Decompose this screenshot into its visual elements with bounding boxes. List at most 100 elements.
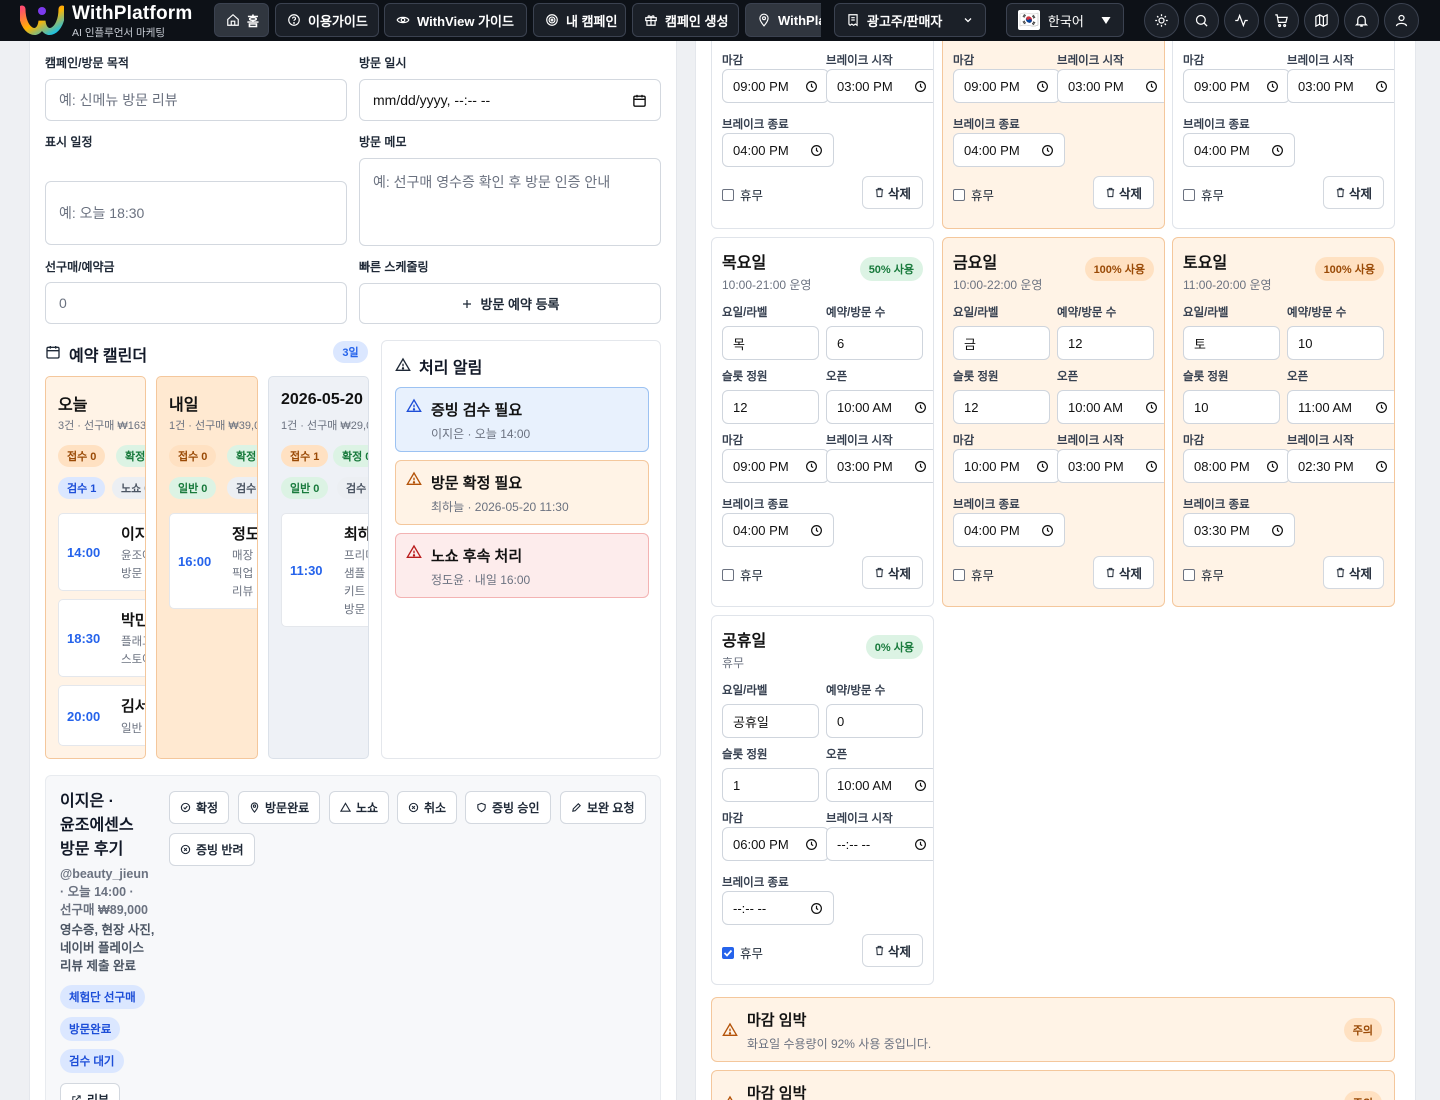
clock-icon[interactable]: [1145, 401, 1158, 414]
visit-memo-textarea[interactable]: 예: 선구매 영수증 확인 후 방문 인증 안내: [359, 158, 661, 246]
open-time-input[interactable]: 11:00 AM: [1287, 390, 1394, 424]
clock-icon[interactable]: [914, 401, 927, 414]
display-schedule-input[interactable]: 예: 오늘 18:30: [45, 181, 347, 245]
break-end-input[interactable]: 04:00 PM: [722, 133, 834, 167]
visit-datetime-input[interactable]: mm/dd/yyyy, --:-- --: [359, 79, 661, 121]
alert-noshow-followup[interactable]: 노쇼 후속 처리 정도윤 · 내일 16:00: [395, 533, 649, 598]
nav-create-campaign-button[interactable]: 캠페인 생성: [632, 3, 739, 37]
role-select-dropdown[interactable]: 광고주/판매자: [834, 3, 986, 37]
nav-my-campaign-button[interactable]: 내 캠페인: [533, 3, 626, 37]
closed-checkbox[interactable]: 휴무: [722, 185, 763, 204]
capacity-input[interactable]: 12: [722, 390, 819, 424]
cancel-button[interactable]: 취소: [397, 791, 458, 824]
map-button[interactable]: [1304, 3, 1339, 38]
closed-checkbox[interactable]: 휴무: [953, 185, 994, 204]
nav-withplace-button[interactable]: WithPlace: [745, 3, 821, 37]
search-button[interactable]: [1184, 3, 1219, 38]
break-end-input[interactable]: --:-- --: [722, 891, 834, 925]
break-start-input[interactable]: 03:00 PM: [1057, 449, 1164, 483]
brand-name[interactable]: WithPlatform: [72, 3, 192, 25]
approve-evidence-button[interactable]: 증빙 승인: [465, 791, 551, 824]
visits-input[interactable]: 10: [1287, 326, 1384, 360]
withplatform-logo[interactable]: [20, 3, 64, 39]
noshow-button[interactable]: 노쇼: [329, 791, 390, 824]
nav-withview-guide-button[interactable]: WithView 가이드: [384, 3, 527, 37]
activity-button[interactable]: [1224, 3, 1259, 38]
notifications-button[interactable]: [1344, 3, 1379, 38]
close-time-input[interactable]: 09:00 PM: [1183, 69, 1290, 103]
language-select[interactable]: 🇰🇷 한국어: [1006, 3, 1124, 37]
capacity-input[interactable]: 12: [953, 390, 1050, 424]
review-link-button[interactable]: 리뷰: [60, 1083, 121, 1100]
nav-home-button[interactable]: 홈: [214, 3, 269, 37]
clock-icon[interactable]: [1375, 80, 1388, 93]
closed-checkbox[interactable]: 휴무: [722, 943, 763, 962]
checkbox-box[interactable]: [722, 188, 734, 201]
checkbox-box[interactable]: [1183, 568, 1195, 581]
register-visit-button[interactable]: 방문 예약 등록: [359, 283, 661, 324]
clock-icon[interactable]: [1041, 524, 1054, 537]
clock-icon[interactable]: [1036, 80, 1049, 93]
clock-icon[interactable]: [914, 838, 927, 851]
closed-checkbox[interactable]: 휴무: [1183, 185, 1224, 204]
reservation-slot[interactable]: 14:00 이지은 윤조에센스방문 후기: [58, 513, 145, 591]
checkbox-box[interactable]: [722, 946, 734, 959]
close-time-input[interactable]: 09:00 PM: [722, 69, 829, 103]
reject-evidence-button[interactable]: 증빙 반려: [169, 833, 255, 866]
delete-day-button[interactable]: 삭제: [862, 934, 923, 967]
clock-icon[interactable]: [805, 80, 818, 93]
open-time-input[interactable]: 10:00 AM: [826, 768, 933, 802]
user-menu-button[interactable]: [1384, 3, 1419, 38]
calendar-icon[interactable]: [632, 93, 647, 108]
delete-day-button[interactable]: 삭제: [862, 556, 923, 589]
clock-icon[interactable]: [914, 80, 927, 93]
request-supplement-button[interactable]: 보완 요청: [560, 791, 646, 824]
break-end-input[interactable]: 04:00 PM: [953, 513, 1065, 547]
checkbox-box[interactable]: [953, 568, 965, 581]
close-time-input[interactable]: 10:00 PM: [953, 449, 1060, 483]
close-time-input[interactable]: 09:00 PM: [722, 449, 829, 483]
day-label-input[interactable]: 공휴일: [722, 704, 819, 738]
clock-icon[interactable]: [1041, 144, 1054, 157]
alert-evidence-review[interactable]: 증빙 검수 필요 이지은 · 오늘 14:00: [395, 387, 649, 452]
day-label-input[interactable]: 목: [722, 326, 819, 360]
close-time-input[interactable]: 09:00 PM: [953, 69, 1060, 103]
clock-icon[interactable]: [805, 460, 818, 473]
delete-day-button[interactable]: 삭제: [1093, 556, 1154, 589]
clock-icon[interactable]: [1266, 460, 1279, 473]
checkbox-box[interactable]: [1183, 188, 1195, 201]
reservation-slot[interactable]: 18:30 박민수 플래그십스토어: [58, 599, 145, 677]
clock-icon[interactable]: [805, 838, 818, 851]
clock-icon[interactable]: [914, 779, 927, 792]
clock-icon[interactable]: [1375, 460, 1388, 473]
clock-icon[interactable]: [1145, 80, 1158, 93]
break-start-input[interactable]: 03:00 PM: [1287, 69, 1394, 103]
closed-checkbox[interactable]: 휴무: [953, 565, 994, 584]
close-time-input[interactable]: 08:00 PM: [1183, 449, 1290, 483]
capacity-input[interactable]: 10: [1183, 390, 1280, 424]
cart-button[interactable]: [1264, 3, 1299, 38]
break-end-input[interactable]: 04:00 PM: [953, 133, 1065, 167]
reservation-slot[interactable]: 11:30 최하늘 프리미엄샘플키트방문: [281, 513, 368, 627]
break-start-input[interactable]: 03:00 PM: [826, 449, 933, 483]
clock-icon[interactable]: [1271, 524, 1284, 537]
clock-icon[interactable]: [914, 460, 927, 473]
clock-icon[interactable]: [810, 524, 823, 537]
day-label-input[interactable]: 토: [1183, 326, 1280, 360]
clock-icon[interactable]: [1375, 401, 1388, 414]
break-start-input[interactable]: 03:00 PM: [1057, 69, 1164, 103]
alert-visit-confirm[interactable]: 방문 확정 필요 최하늘 · 2026-05-20 11:30: [395, 460, 649, 525]
reservation-slot[interactable]: 20:00 김서연 일반 예약: [58, 685, 145, 746]
delete-day-button[interactable]: 삭제: [1093, 176, 1154, 209]
clock-icon[interactable]: [1266, 80, 1279, 93]
break-start-input[interactable]: 02:30 PM: [1287, 449, 1394, 483]
delete-day-button[interactable]: 삭제: [1323, 176, 1384, 209]
day-label-input[interactable]: 금: [953, 326, 1050, 360]
clock-icon[interactable]: [1271, 144, 1284, 157]
clock-icon[interactable]: [810, 902, 823, 915]
break-start-input[interactable]: --:-- --: [826, 827, 933, 861]
break-end-input[interactable]: 03:30 PM: [1183, 513, 1295, 547]
break-start-input[interactable]: 03:00 PM: [826, 69, 933, 103]
break-end-input[interactable]: 04:00 PM: [722, 513, 834, 547]
checkbox-box[interactable]: [953, 188, 965, 201]
